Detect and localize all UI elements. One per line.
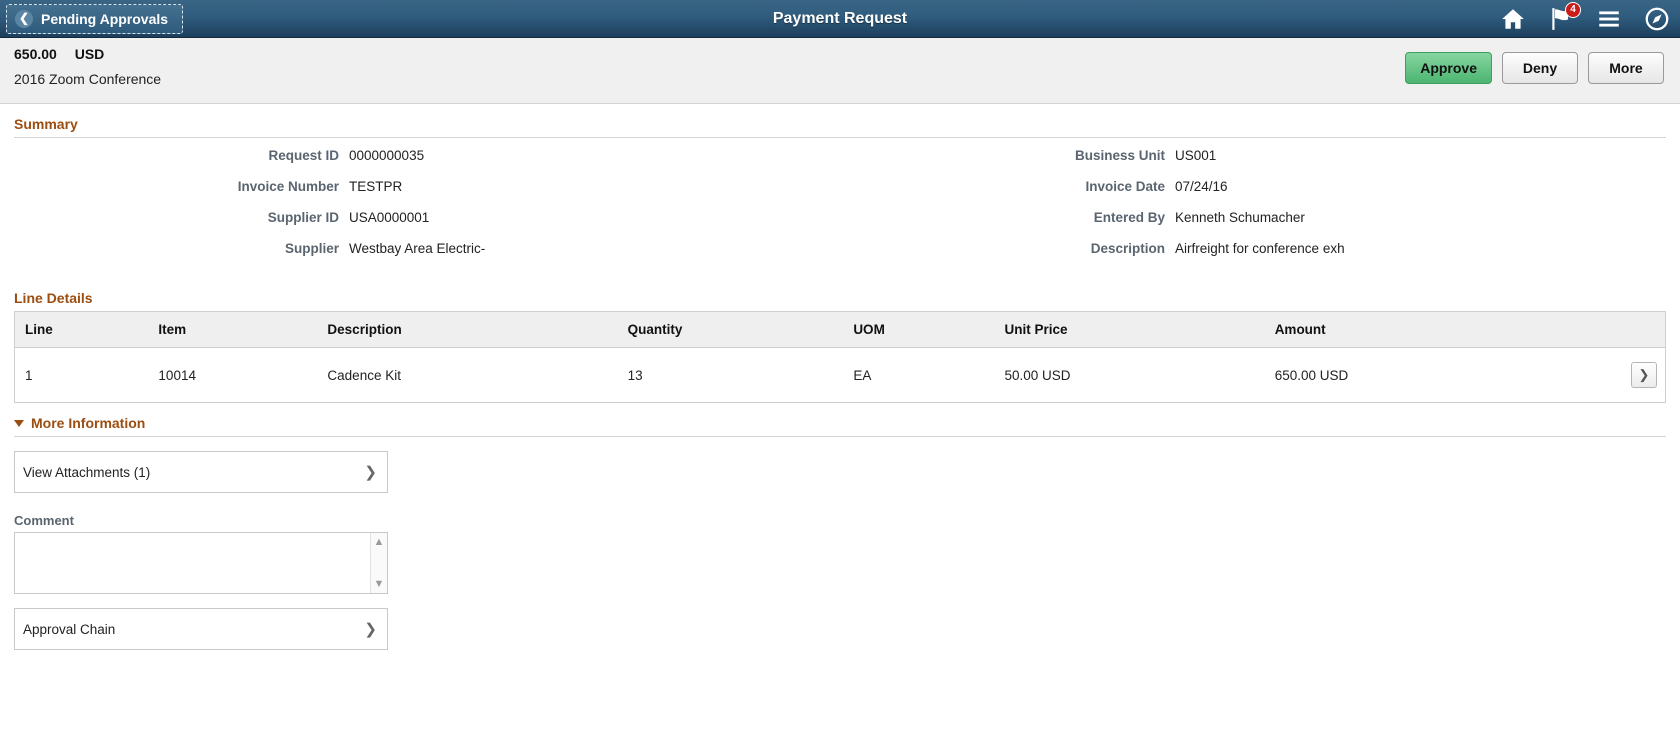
- page-title: Payment Request: [772, 9, 908, 27]
- field-label: Entered By: [1093, 210, 1165, 225]
- field-value: USA0000001: [349, 210, 430, 225]
- scroll-up-icon[interactable]: ▲: [374, 536, 385, 548]
- table-row[interactable]: 1 10014 Cadence Kit 13 EA 50.00 USD 650.…: [15, 347, 1665, 402]
- field-label: Business Unit: [1074, 148, 1165, 163]
- field-supplier: Supplier Westbay Area Electric-: [14, 241, 840, 272]
- field-value: 07/24/16: [1175, 179, 1228, 194]
- view-attachments-label: View Attachments (1): [23, 464, 151, 480]
- field-label: Description: [1090, 241, 1165, 256]
- cell-description: Cadence Kit: [317, 347, 618, 402]
- column-header-item: Item: [148, 312, 318, 348]
- action-button-group: Approve Deny More: [1405, 52, 1664, 84]
- cell-line: 1: [15, 347, 149, 402]
- cell-item: 10014: [148, 347, 318, 402]
- field-value: US001: [1175, 148, 1217, 163]
- comment-scrollbar[interactable]: ▲ ▼: [370, 533, 387, 593]
- approval-chain-label: Approval Chain: [23, 621, 116, 637]
- cell-unit-price: 50.00 USD: [994, 347, 1265, 402]
- field-business-unit: Business Unit US001: [840, 148, 1666, 179]
- summary-heading: Summary: [14, 116, 78, 132]
- line-details-table-wrapper: Line Item Description Quantity UOM Unit …: [14, 311, 1666, 403]
- field-label: Invoice Number: [237, 179, 339, 194]
- column-header-actions: [1576, 312, 1665, 348]
- line-details-table: Line Item Description Quantity UOM Unit …: [15, 312, 1665, 402]
- more-information-heading: More Information: [31, 415, 146, 431]
- more-information-divider: [14, 436, 1666, 437]
- caret-down-icon: [14, 419, 24, 427]
- field-value: Kenneth Schumacher: [1175, 210, 1305, 225]
- chevron-left-icon: ❮: [15, 9, 33, 28]
- line-details-heading: Line Details: [14, 290, 93, 306]
- cell-amount: 650.00 USD: [1264, 347, 1576, 402]
- table-header-row: Line Item Description Quantity UOM Unit …: [15, 312, 1665, 348]
- notification-badge: 4: [1565, 1, 1581, 18]
- chevron-right-icon: ❯: [364, 464, 377, 481]
- comment-label: Comment: [14, 513, 74, 528]
- more-button[interactable]: More: [1588, 52, 1664, 84]
- field-supplier-id: Supplier ID USA0000001: [14, 210, 840, 241]
- flag-notification-icon[interactable]: 4: [1548, 1, 1581, 32]
- scroll-down-icon[interactable]: ▼: [374, 578, 385, 590]
- summary-right-column: Business Unit US001 Invoice Date 07/24/1…: [840, 148, 1666, 272]
- chevron-right-icon: ❯: [364, 621, 377, 638]
- field-label: Request ID: [268, 148, 339, 163]
- approve-button[interactable]: Approve: [1405, 52, 1492, 84]
- hamburger-menu-icon[interactable]: [1596, 6, 1622, 32]
- column-header-unit-price: Unit Price: [994, 312, 1265, 348]
- field-value: TESTPR: [349, 179, 403, 194]
- field-value: Airfreight for conference exh: [1175, 241, 1345, 256]
- comment-input[interactable]: [15, 533, 387, 593]
- back-button-label: Pending Approvals: [41, 10, 169, 27]
- summary-fields: Request ID 0000000035 Invoice Number TES…: [14, 138, 1666, 278]
- comment-box: ▲ ▼: [14, 532, 388, 594]
- field-invoice-date: Invoice Date 07/24/16: [840, 179, 1666, 210]
- amount-currency: USD: [74, 46, 105, 62]
- compass-navigator-icon[interactable]: [1644, 6, 1670, 32]
- column-header-quantity: Quantity: [617, 312, 844, 348]
- field-invoice-number: Invoice Number TESTPR: [14, 179, 840, 210]
- field-value: 0000000035: [349, 148, 425, 163]
- view-attachments-row[interactable]: View Attachments (1) ❯: [14, 451, 388, 493]
- summary-left-column: Request ID 0000000035 Invoice Number TES…: [14, 148, 840, 272]
- amount-value: 650.00: [14, 46, 57, 62]
- approval-chain-row[interactable]: Approval Chain ❯: [14, 608, 388, 650]
- more-information-toggle[interactable]: More Information: [14, 403, 1666, 436]
- field-value: Westbay Area Electric-: [349, 241, 486, 256]
- request-summary-bar: 650.00 USD 2016 Zoom Conference Approve …: [0, 38, 1680, 104]
- column-header-line: Line: [15, 312, 149, 348]
- title-bar: ❮ Pending Approvals Payment Request 4: [0, 0, 1680, 38]
- field-label: Supplier: [284, 241, 339, 256]
- column-header-amount: Amount: [1264, 312, 1576, 348]
- home-icon[interactable]: [1500, 6, 1526, 32]
- field-request-id: Request ID 0000000035: [14, 148, 840, 179]
- cell-quantity: 13: [617, 347, 844, 402]
- chevron-right-icon[interactable]: ❯: [1631, 362, 1657, 388]
- field-description: Description Airfreight for conference ex…: [840, 241, 1666, 272]
- field-label: Supplier ID: [267, 210, 339, 225]
- main-content: Summary Request ID 0000000035 Invoice Nu…: [0, 104, 1680, 650]
- cell-uom: EA: [843, 347, 995, 402]
- field-entered-by: Entered By Kenneth Schumacher: [840, 210, 1666, 241]
- column-header-description: Description: [317, 312, 618, 348]
- title-bar-icon-group: 4: [1500, 1, 1670, 32]
- back-to-pending-approvals-button[interactable]: ❮ Pending Approvals: [6, 3, 184, 34]
- field-label: Invoice Date: [1085, 179, 1165, 194]
- deny-button[interactable]: Deny: [1502, 52, 1578, 84]
- column-header-uom: UOM: [843, 312, 995, 348]
